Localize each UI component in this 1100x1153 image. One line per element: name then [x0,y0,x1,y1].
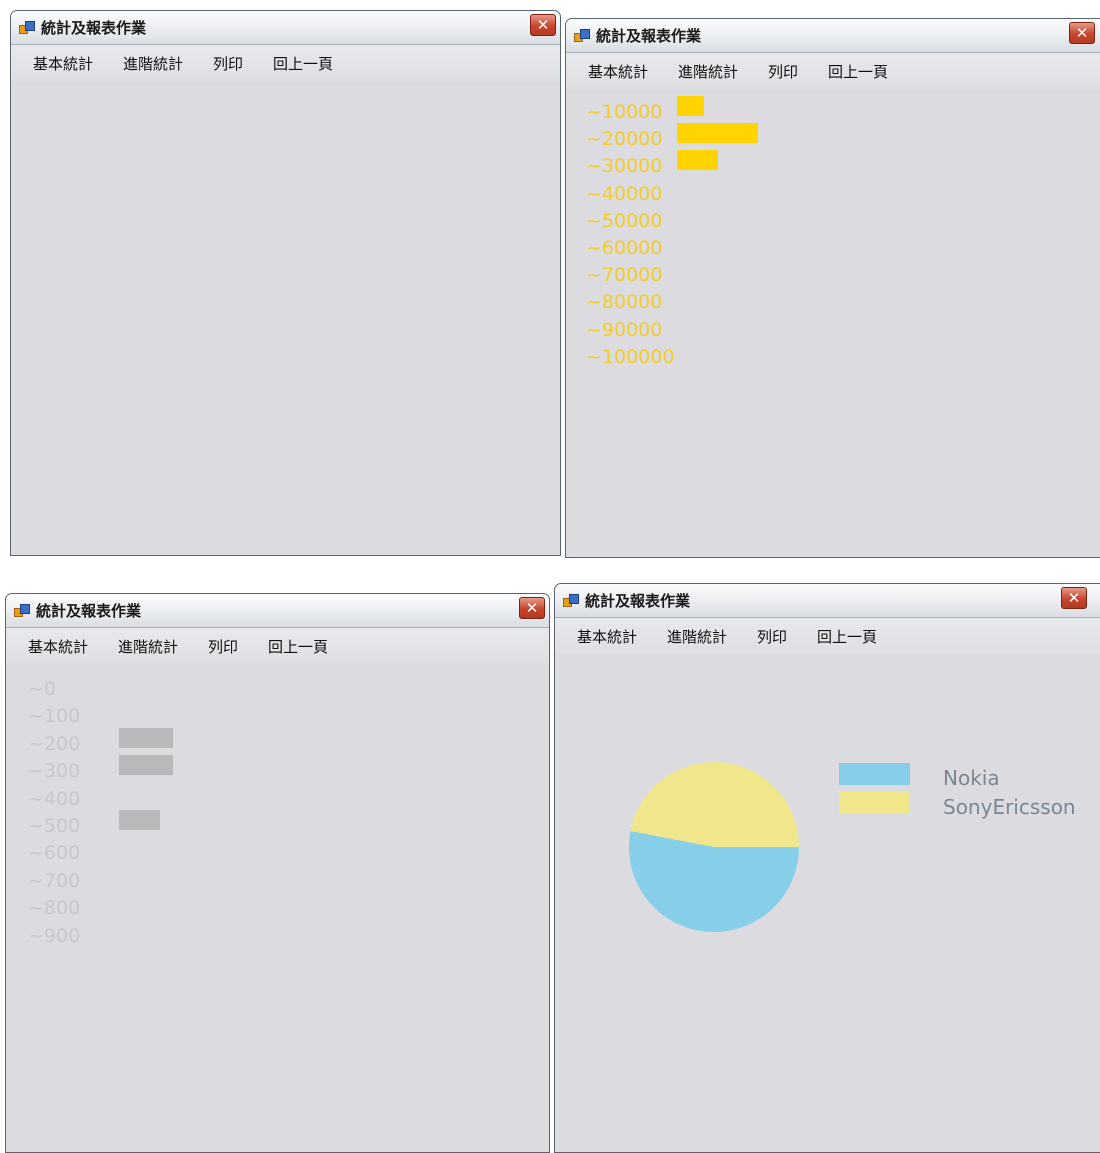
menu-back[interactable]: 回上一頁 [268,636,328,657]
menu-back[interactable]: 回上一頁 [828,61,888,82]
window-title: 統計及報表作業 [41,19,147,37]
title-bar[interactable]: 統計及報表作業 ✕ [11,11,560,45]
menu-print[interactable]: 列印 [208,636,238,657]
bar [677,150,718,171]
app-icon [19,20,35,36]
menu-basic-stats[interactable]: 基本統計 [588,61,648,82]
menu-basic-stats[interactable]: 基本統計 [33,53,93,74]
menu-back[interactable]: 回上一頁 [273,53,333,74]
axis-label: ~0 [28,678,57,700]
axis-label: ~40000 [586,182,663,205]
close-button[interactable]: ✕ [1061,587,1087,609]
menu-bar: 基本統計 進階統計 列印 回上一頁 [555,618,1100,654]
legend-label-nokia: Nokia [943,766,1000,790]
axis-label: ~10000 [586,101,663,123]
close-button[interactable]: ✕ [530,14,556,36]
menu-basic-stats[interactable]: 基本統計 [577,626,637,647]
menu-back[interactable]: 回上一頁 [817,626,877,647]
axis-label: ~20000 [586,128,663,151]
axis-label: ~60000 [586,237,663,259]
menu-print[interactable]: 列印 [213,53,243,74]
axis-label: ~500 [28,815,81,837]
menu-basic-stats[interactable]: 基本統計 [28,636,88,657]
menu-advanced-stats[interactable]: 進階統計 [123,53,183,74]
axis-label: ~90000 [586,318,663,341]
bar [677,123,758,144]
app-icon [563,593,579,609]
report-window-pie: 統計及報表作業 ✕ 基本統計 進階統計 列印 回上一頁 Nokia SonyEr… [554,583,1100,1153]
axis-label: ~900 [28,924,81,947]
menu-bar: 基本統計 進階統計 列印 回上一頁 [566,53,1100,89]
report-window-yellow-bars: 統計及報表作業 ✕ 基本統計 進階統計 列印 回上一頁 ~10000 ~20000… [565,18,1100,558]
close-button[interactable]: ✕ [1069,22,1095,44]
app-icon [14,603,30,619]
bar [677,96,704,116]
menu-bar: 基本統計 進階統計 列印 回上一頁 [6,628,549,664]
window-title: 統計及報表作業 [585,592,691,610]
title-bar[interactable]: 統計及報表作業 ✕ [6,594,549,628]
report-window-gray-bars: 統計及報表作業 ✕ 基本統計 進階統計 列印 回上一頁 ~0 ~100 ~200 ~3… [5,593,550,1153]
axis-label: ~700 [28,869,81,892]
axis-label: ~200 [28,732,81,755]
legend-label-sonyericsson: SonyEricsson [943,795,1076,819]
window-title: 統計及報表作業 [36,602,142,620]
bar [119,755,173,776]
report-window-empty: 統計及報表作業 ✕ 基本統計 進階統計 列印 回上一頁 [10,10,561,556]
axis-label: ~400 [28,787,81,810]
axis-label: ~50000 [586,209,663,232]
menu-bar: 基本統計 進階統計 列印 回上一頁 [11,45,560,81]
title-bar[interactable]: 統計及報表作業 ✕ [566,19,1100,53]
axis-label: ~100 [28,705,81,728]
title-bar[interactable]: 統計及報表作業 ✕ [555,584,1100,618]
axis-label: ~800 [28,897,81,920]
pie-slice-sonyericsson [630,761,799,847]
menu-advanced-stats[interactable]: 進階統計 [678,61,738,82]
close-button[interactable]: ✕ [519,597,545,619]
axis-label: ~300 [28,760,81,783]
menu-advanced-stats[interactable]: 進階統計 [667,626,727,647]
bar [119,727,173,748]
pie-chart [629,761,799,932]
axis-label: ~100000 [586,345,675,368]
menu-print[interactable]: 列印 [768,61,798,82]
window-title: 統計及報表作業 [596,27,702,45]
app-icon [574,28,590,44]
axis-label: ~70000 [586,264,663,287]
axis-label: ~30000 [586,155,663,178]
bar [119,810,160,830]
legend-swatch-sonyericsson [839,791,910,813]
legend-swatch-nokia [839,763,910,785]
menu-print[interactable]: 列印 [757,626,787,647]
axis-label: ~80000 [586,291,663,314]
axis-label: ~600 [28,842,81,865]
menu-advanced-stats[interactable]: 進階統計 [118,636,178,657]
